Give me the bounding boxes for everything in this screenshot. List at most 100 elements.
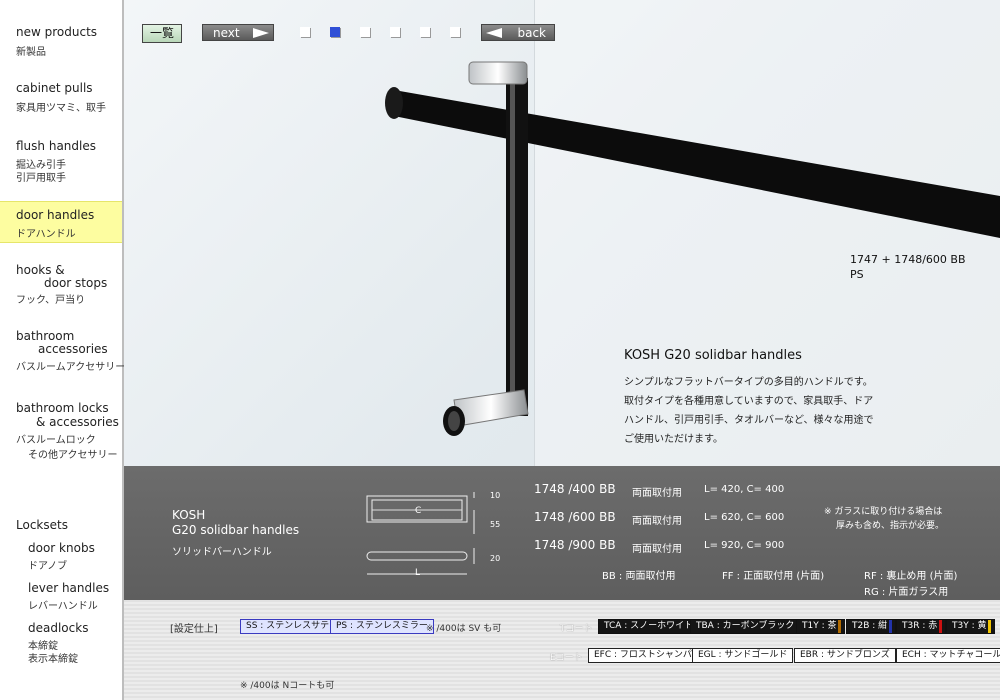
spec-jp-name: ソリッドバーハンドル	[172, 547, 272, 558]
page-dot-2[interactable]	[330, 27, 340, 37]
sidebar-item-sublabel: 表示本締錠	[28, 654, 78, 665]
description-line: シンプルなフラットバータイプの多目的ハンドルです。	[624, 377, 873, 388]
finish-ebr: EBR : サンドブロンズ	[794, 648, 896, 663]
back-label: back	[517, 26, 546, 40]
model-row-900: 1748 /900 BB	[534, 538, 616, 552]
color-swatch	[939, 620, 943, 633]
next-button[interactable]: next	[202, 24, 274, 41]
description-line: ハンドル、引戸用引手、タオルバーなど、様々な用途で	[624, 415, 874, 426]
glass-note: ※ ガラスに取り付ける場合は	[824, 507, 943, 517]
sidebar-item-sublabel: ドアハンドル	[16, 229, 76, 240]
glass-note: 厚みも含め、指示が必要。	[836, 521, 945, 531]
sidebar-item-hooks-door-stops[interactable]: hooks & door stops フック、戸当り	[0, 258, 122, 308]
finish-t3y: T3Y : 黄	[946, 619, 996, 634]
description-line: 取付タイプを各種用意していますので、家具取手、ドア	[624, 396, 874, 407]
code-ff: FF : 正面取付用 (片面)	[722, 571, 825, 582]
dim-l-label: L	[415, 568, 421, 578]
code-rf: RF : 裏止め用 (片面)	[864, 571, 958, 582]
finish-t3r: T3R : 赤	[896, 619, 947, 634]
sidebar-item-sublabel: 新製品	[16, 47, 46, 58]
n-coat-note: ※ /400は Nコートも可	[240, 681, 335, 691]
e-coat-label: Eコート	[550, 653, 583, 663]
dim-thickness-label: 10	[490, 491, 501, 500]
tag-text: T1Y : 茶	[802, 621, 837, 631]
sidebar-item-door-handles[interactable]: door handles ドアハンドル	[0, 201, 122, 243]
sidebar-item-sublabel: 引戸用取手	[16, 173, 66, 184]
sidebar-item-lever-handles[interactable]: lever handles レバーハンドル	[0, 576, 122, 612]
color-swatch	[889, 620, 893, 633]
sidebar-item-label: Locksets	[16, 518, 68, 532]
sidebar-item-label: cabinet pulls	[16, 81, 93, 95]
sidebar-item-door-knobs[interactable]: door knobs ドアノブ	[0, 536, 122, 572]
finish-t1y: T1Y : 茶	[796, 619, 846, 634]
sidebar-item-cabinet-pulls[interactable]: cabinet pulls 家具用ツマミ、取手	[0, 76, 122, 116]
finish-label: [設定仕上]	[170, 624, 218, 635]
sidebar-item-flush-handles[interactable]: flush handles 掘込み引手 引戸用取手	[0, 134, 122, 184]
sidebar-item-sublabel: ドアノブ	[28, 561, 68, 572]
color-swatch	[838, 620, 842, 633]
page-dot-6[interactable]	[450, 27, 460, 37]
sidebar-item-bathroom-locks[interactable]: bathroom locks & accessories バスルームロック その…	[0, 396, 122, 462]
spec-brand: KOSH	[172, 508, 206, 522]
sidebar-item-sublabel: レバーハンドル	[28, 601, 98, 612]
sidebar: new products 新製品 cabinet pulls 家具用ツマミ、取手…	[0, 0, 126, 700]
finish-ss: SS : ステンレスサテン	[240, 619, 345, 634]
arrow-left-icon	[486, 28, 502, 38]
sidebar-item-label: bathroom	[16, 329, 75, 343]
sidebar-item-sublabel: 家具用ツマミ、取手	[16, 103, 106, 114]
mount-type: 両面取付用	[632, 544, 682, 555]
page-dot-4[interactable]	[390, 27, 400, 37]
sidebar-item-locksets[interactable]: Locksets	[0, 513, 122, 535]
sidebar-item-label: bathroom locks	[16, 401, 109, 415]
t-coat-label: Tコート	[560, 624, 593, 634]
page-dot-3[interactable]	[360, 27, 370, 37]
spec-name: G20 solidbar handles	[172, 523, 300, 537]
dim-depth-label: 55	[490, 520, 501, 529]
model-dimensions: L= 420, C= 400	[704, 484, 785, 495]
finish-tba: TBA : カーボンブラック	[690, 619, 801, 634]
back-button[interactable]: back	[481, 24, 555, 41]
code-rg: RG : 片面ガラス用	[864, 587, 949, 598]
sidebar-item-label: door knobs	[28, 541, 95, 555]
finish-egl: EGL : サンドゴールド	[692, 648, 794, 663]
model-row-400: 1748 /400 BB	[534, 482, 616, 496]
model-code: 1747 + 1748/600 BB PS	[850, 252, 966, 282]
model-row-600: 1748 /600 BB	[534, 510, 616, 524]
model-dimensions: L= 620, C= 600	[704, 512, 785, 523]
mount-type: 両面取付用	[632, 488, 682, 499]
sidebar-item-bathroom-accessories[interactable]: bathroom accessories バスルームアクセサリー	[0, 324, 126, 374]
page-dot-5[interactable]	[420, 27, 430, 37]
model-finish-line: PS	[850, 268, 864, 281]
model-dimensions: L= 920, C= 900	[704, 540, 785, 551]
sidebar-item-label: deadlocks	[28, 621, 89, 635]
code-bb: BB : 両面取付用	[602, 571, 676, 582]
spec-panel: KOSH G20 solidbar handles ソリッドバーハンドル C L…	[124, 466, 1000, 600]
tag-text: T3R : 赤	[902, 621, 938, 631]
sidebar-item-label: & accessories	[36, 415, 119, 429]
description-line: ご使用いただけます。	[624, 434, 723, 445]
model-code-line: 1747 + 1748/600 BB	[850, 253, 966, 266]
sidebar-item-label: door stops	[44, 276, 108, 290]
page-dot-1[interactable]	[300, 27, 310, 37]
dim-width-label: 20	[490, 554, 501, 563]
finish-ech: ECH : マットチャコール	[896, 648, 1000, 663]
dim-c-label: C	[415, 506, 422, 516]
arrow-right-icon	[253, 28, 269, 38]
sv-note: ※ /400は SV も可	[426, 624, 502, 634]
mount-type: 両面取付用	[632, 516, 682, 527]
dimension-diagram	[366, 492, 475, 575]
sidebar-item-label: new products	[16, 25, 98, 39]
finish-ps: PS : ステンレスミラー	[330, 619, 434, 634]
finish-tca: TCA : スノーホワイト	[598, 619, 700, 634]
list-button[interactable]: 一覧	[142, 24, 182, 43]
sidebar-item-label: hooks &	[16, 263, 65, 277]
sidebar-item-sublabel: バスルームロック	[16, 435, 96, 446]
product-description: シンプルなフラットバータイプの多目的ハンドルです。 取付タイプを各種用意していま…	[624, 373, 894, 449]
sidebar-item-deadlocks[interactable]: deadlocks 本締錠 表示本締錠	[0, 616, 122, 666]
sidebar-item-label: flush handles	[16, 139, 96, 153]
product-title: KOSH G20 solidbar handles	[624, 348, 802, 363]
tag-text: T3Y : 黄	[952, 621, 987, 631]
next-label: next	[213, 26, 240, 40]
sidebar-item-sublabel: バスルームアクセサリー	[16, 362, 126, 373]
sidebar-item-new-products[interactable]: new products 新製品	[0, 20, 122, 60]
